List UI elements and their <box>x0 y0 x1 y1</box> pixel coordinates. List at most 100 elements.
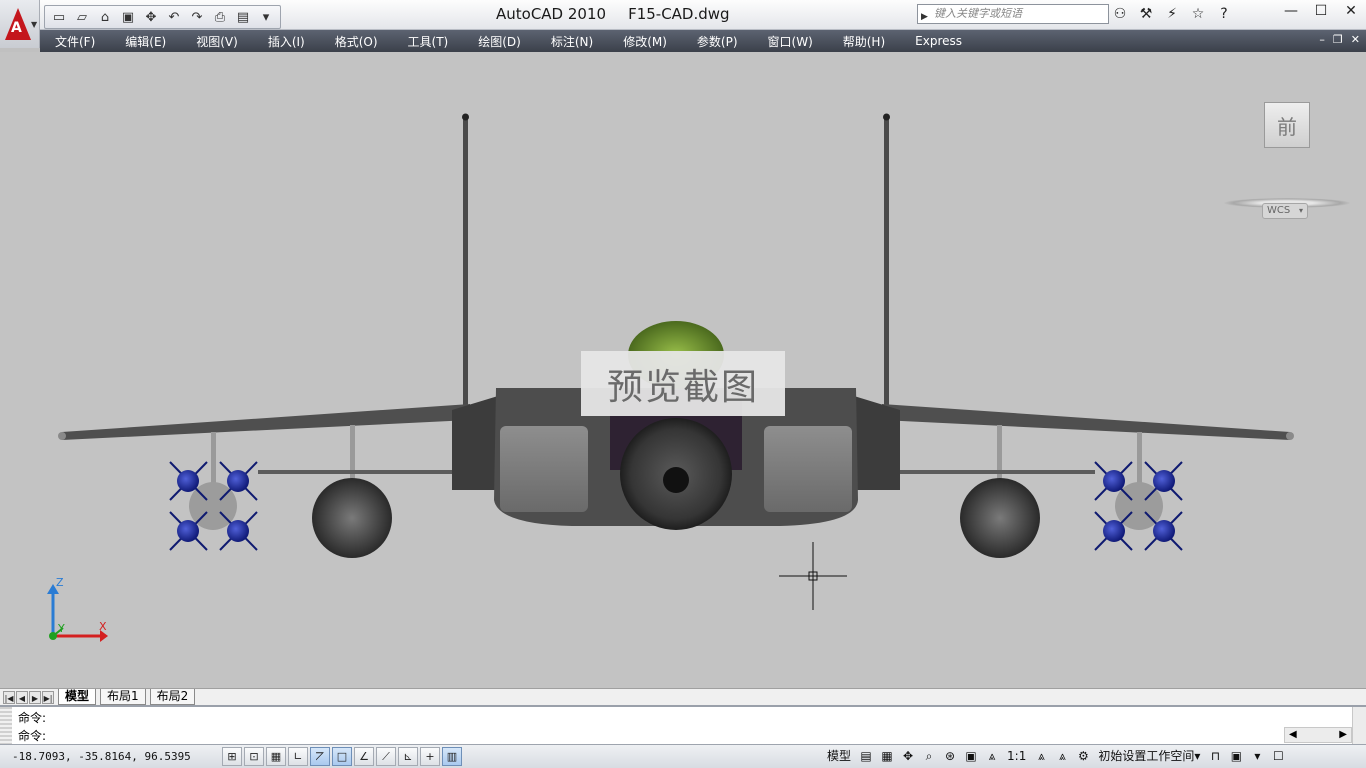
window-title: AutoCAD 2010 F15-CAD.dwg <box>496 5 730 23</box>
drawing-close-button[interactable]: ✕ <box>1351 33 1360 46</box>
minimize-button[interactable]: — <box>1276 0 1306 24</box>
stores-rail-left <box>258 470 453 474</box>
window-controls: — ☐ ✕ <box>1276 0 1366 24</box>
menu-item-5[interactable]: 工具(T) <box>393 33 464 50</box>
pan-icon[interactable]: ✥ <box>899 747 917 766</box>
menu-item-2[interactable]: 视图(V) <box>181 33 253 50</box>
tab-layout1[interactable]: 布局1 <box>100 689 146 705</box>
nose-tip <box>663 467 689 493</box>
drawing-restore-button[interactable]: ❐ <box>1333 33 1343 46</box>
workspace-switch[interactable]: 初始设置工作空间▾ <box>1095 747 1203 766</box>
auto-scale-icon[interactable]: ⩓ <box>1053 747 1071 766</box>
close-button[interactable]: ✕ <box>1336 0 1366 24</box>
help-icon[interactable]: ? <box>1214 6 1234 22</box>
command-horizontal-scrollbar[interactable]: ◀ ▶ <box>1284 727 1352 743</box>
tab-nav-button-0[interactable]: |◀ <box>3 690 15 704</box>
osnap-toggle[interactable]: □ <box>332 747 352 766</box>
layout-icon[interactable]: ▤ <box>857 747 875 766</box>
wingtip-left <box>58 432 66 440</box>
tab-navigation: |◀ ◀ ▶ ▶| <box>0 690 54 704</box>
menu-item-11[interactable]: 帮助(H) <box>828 33 900 50</box>
binoculars-icon[interactable]: ⚇ <box>1110 6 1130 22</box>
tab-nav-button-3[interactable]: ▶| <box>42 690 54 704</box>
menu-item-3[interactable]: 插入(I) <box>253 33 320 50</box>
steering-wheel-icon[interactable]: ⊛ <box>941 747 959 766</box>
undo-icon[interactable]: ↶ <box>164 8 184 26</box>
hardware-accel-icon[interactable]: ▣ <box>1227 747 1245 766</box>
dyn-toggle[interactable]: + <box>420 747 440 766</box>
lwt-toggle[interactable]: ▥ <box>442 747 462 766</box>
plot-icon[interactable]: ⎙ <box>210 8 230 26</box>
menu-item-4[interactable]: 格式(O) <box>320 33 393 50</box>
infer-toggle[interactable]: ⊞ <box>222 747 242 766</box>
menu-item-12[interactable]: Express <box>900 34 977 48</box>
lock-icon[interactable]: ⊓ <box>1206 747 1224 766</box>
command-window-grip[interactable] <box>0 707 12 744</box>
wing-root-right <box>854 396 900 490</box>
infocenter-toolbar: ⚇ ⚒ ⚡ ☆? <box>1110 4 1234 24</box>
drop-tank-right <box>960 478 1040 558</box>
tab-nav-button-1[interactable]: ◀ <box>16 690 28 704</box>
wcs-menu[interactable]: WCS ▾ <box>1262 203 1308 219</box>
logo-letter: A <box>11 20 22 36</box>
menu-item-8[interactable]: 修改(M) <box>608 33 682 50</box>
3dosnap-toggle[interactable]: ∠ <box>354 747 374 766</box>
showmotion-icon[interactable]: ▣ <box>962 747 980 766</box>
customize-icon[interactable]: ▾ <box>256 8 276 26</box>
menu-item-0[interactable]: 文件(F) <box>40 33 110 50</box>
scroll-right-icon[interactable]: ▶ <box>1339 728 1347 742</box>
vertical-tail-right <box>883 113 890 412</box>
favorites-icon[interactable]: ☆ <box>1188 6 1208 22</box>
maximize-button[interactable]: ☐ <box>1306 0 1336 24</box>
open-icon[interactable]: ▱ <box>72 8 92 26</box>
menu-item-7[interactable]: 标注(N) <box>536 33 608 50</box>
zoom-icon[interactable]: ⌕ <box>920 747 938 766</box>
workspace-label: 初始设置工作空间 <box>1098 749 1195 763</box>
snap-toggle[interactable]: ⊡ <box>244 747 264 766</box>
annotation-visibility-icon[interactable]: ⩓ <box>1032 747 1050 766</box>
ducs-toggle[interactable]: ⊾ <box>398 747 418 766</box>
save-icon[interactable]: ▣ <box>118 8 138 26</box>
tab-nav-button-2[interactable]: ▶ <box>29 690 41 704</box>
app-name: AutoCAD 2010 <box>496 5 607 23</box>
save-as-icon[interactable]: ⌂ <box>95 8 115 26</box>
satellite-icon[interactable]: ⚡ <box>1162 6 1182 22</box>
menu-item-9[interactable]: 参数(P) <box>682 33 753 50</box>
preview-icon[interactable]: ▤ <box>233 8 253 26</box>
status-menu-icon[interactable]: ▾ <box>1248 747 1266 766</box>
chevron-down-icon: ▾ <box>1194 749 1201 763</box>
tab-model[interactable]: 模型 <box>58 689 97 705</box>
ortho-toggle[interactable]: ∟ <box>288 747 308 766</box>
application-menu-button[interactable]: A ▼ <box>0 0 40 48</box>
grid-toggle[interactable]: ▦ <box>266 747 286 766</box>
tab-layout2[interactable]: 布局2 <box>149 689 196 705</box>
wrench-icon[interactable]: ⚒ <box>1136 6 1156 22</box>
search-input[interactable]: ▶ 键入关键字或短语 <box>917 4 1109 24</box>
scroll-left-icon[interactable]: ◀ <box>1289 728 1297 742</box>
command-vertical-scrollbar[interactable] <box>1352 707 1366 744</box>
otrack-toggle[interactable]: ⟋ <box>376 747 396 766</box>
model-space-button[interactable]: 模型 <box>824 747 854 766</box>
menu-item-6[interactable]: 绘图(D) <box>463 33 536 50</box>
menu-item-10[interactable]: 窗口(W) <box>753 33 828 50</box>
wing-root-left <box>452 396 498 490</box>
menu-bar: 文件(F) 编辑(E) 视图(V) 插入(I) 格式(O) 工具(T) 绘图(D) 标注(N)… <box>40 30 1366 52</box>
coordinate-readout[interactable]: -18.7093, -35.8164, 96.5395 <box>0 750 222 763</box>
layout-tabs: 模型 布局1 布局2 <box>54 689 196 705</box>
status-bar: -18.7093, -35.8164, 96.5395 ⊞ ⊡ ▦ ∟ ⦢ □ ∠ ⟋ ⊾ + ▥ … <box>0 744 1366 768</box>
annotation-scale-icon[interactable]: ⩓ <box>983 747 1001 766</box>
redo-icon[interactable]: ↷ <box>187 8 207 26</box>
command-prompt[interactable]: 命令: <box>18 727 46 744</box>
menu-item-1[interactable]: 编辑(E) <box>110 33 181 50</box>
viewcube-front-face[interactable]: 前 <box>1264 102 1310 148</box>
annotation-scale-value[interactable]: 1:1 <box>1004 747 1029 766</box>
polar-toggle[interactable]: ⦢ <box>310 747 330 766</box>
new-icon[interactable]: ▭ <box>49 8 69 26</box>
quick-view-icon[interactable]: ▦ <box>878 747 896 766</box>
drawing-minimize-button[interactable]: – <box>1319 33 1325 46</box>
workspace-gear-icon[interactable]: ⚙ <box>1074 747 1092 766</box>
clean-screen-icon[interactable]: ☐ <box>1269 747 1287 766</box>
vertical-tail-left <box>462 113 469 412</box>
play-icon[interactable]: ▶ <box>921 8 928 26</box>
pan-icon[interactable]: ✥ <box>141 8 161 26</box>
